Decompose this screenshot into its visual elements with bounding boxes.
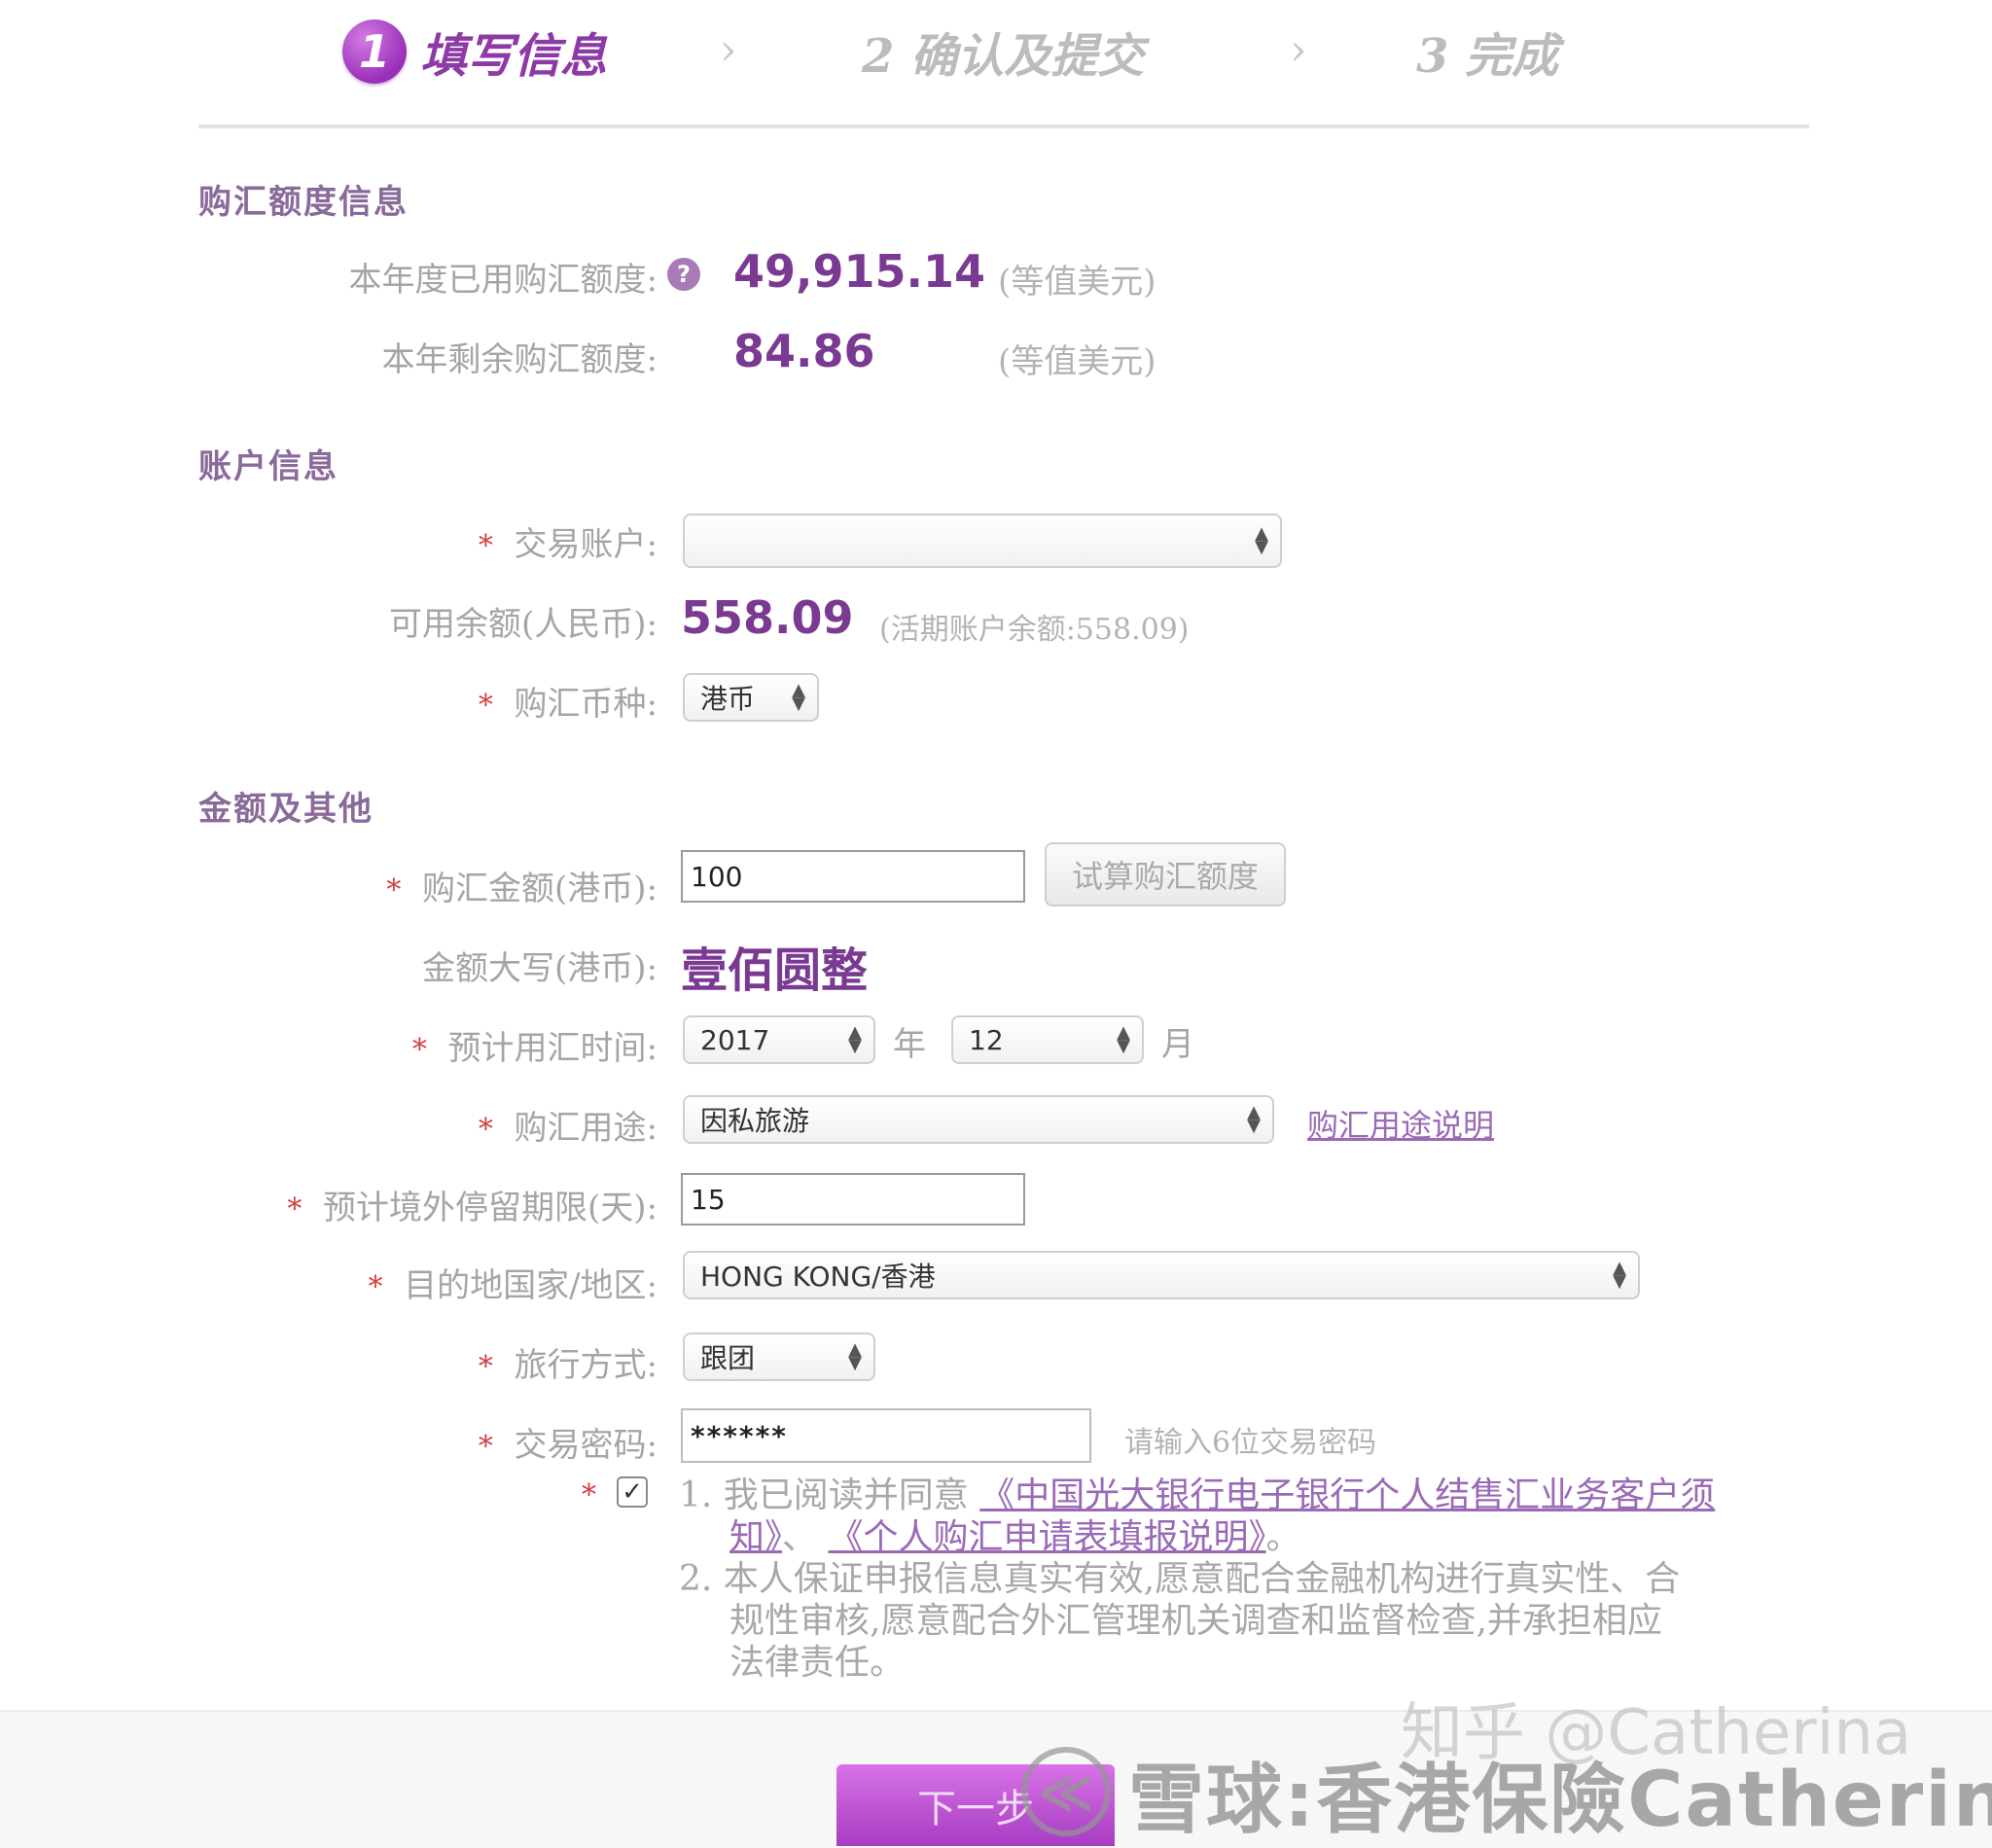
travel-mode-select[interactable]: 跟团 ▲ ▼ xyxy=(683,1333,875,1381)
xueqiu-logo-icon: ≪ xyxy=(1021,1747,1111,1836)
agreement-end: 。 xyxy=(1265,1517,1301,1557)
purpose-explanation-link[interactable]: 购汇用途说明 xyxy=(1307,1101,1494,1146)
stay-period-input[interactable]: 15 xyxy=(681,1173,1025,1226)
required-mark: * xyxy=(478,689,493,723)
remaining-quota-value: 84.86 xyxy=(733,325,875,377)
agreement-line-2b: 规性审核,愿意配合外汇管理机关调查和监督检查,并承担相应 xyxy=(729,1601,1662,1641)
year-select[interactable]: 2017 ▲ ▼ xyxy=(683,1015,875,1064)
balance-note: (活期账户余额:558.09) xyxy=(879,613,1190,647)
trade-account-label-text: 交易账户: xyxy=(514,525,658,564)
expected-time-label-text: 预计用汇时间: xyxy=(447,1029,658,1068)
trade-account-label: * 交易账户: xyxy=(479,517,658,565)
amount-uppercase-label: 金额大写(港币): xyxy=(422,949,658,988)
trade-account-select[interactable]: ▲ ▼ xyxy=(683,514,1282,568)
trade-password-hint: 请输入6位交易密码 xyxy=(1124,1426,1377,1460)
agreement-line-1b: 知》、 《个人购汇申请表填报说明》。 xyxy=(679,1516,1715,1558)
used-quota-unit: (等值美元) xyxy=(998,263,1156,302)
used-quota-label: 本年度已用购汇额度: xyxy=(348,261,658,300)
trade-password-label-text: 交易密码: xyxy=(514,1426,658,1465)
calculate-quota-button[interactable]: 试算购汇额度 xyxy=(1045,842,1286,906)
required-mark: * xyxy=(478,1430,493,1464)
travel-mode-label: * 旅行方式: xyxy=(479,1338,658,1386)
select-arrows-icon: ▲ ▼ xyxy=(848,1339,862,1373)
purpose-label-text: 购汇用途: xyxy=(514,1109,658,1148)
stay-period-label-text: 预计境外停留期限(天): xyxy=(323,1189,658,1227)
agreement-text: 1. 我已阅读并同意 《中国光大银行电子银行个人结售汇业务客户须 知》、 《个人… xyxy=(679,1475,1715,1684)
month-select[interactable]: 12 ▲ ▼ xyxy=(951,1015,1144,1064)
agreement-line-2: 2. 本人保证申报信息真实有效,愿意配合金融机构进行真实性、合 xyxy=(679,1559,1681,1599)
required-mark: * xyxy=(582,1478,596,1512)
remaining-quota-unit: (等值美元) xyxy=(998,342,1156,381)
select-arrows-icon: ▲ ▼ xyxy=(1247,1102,1261,1136)
chevron-right-icon: › xyxy=(720,25,737,75)
customer-notice-link[interactable]: 《中国光大银行电子银行个人结售汇业务客户须 xyxy=(979,1475,1715,1515)
currency-select-value: 港币 xyxy=(700,683,756,715)
help-icon[interactable]: ? xyxy=(667,258,700,291)
purchase-amount-label-text: 购汇金额(港币): xyxy=(422,870,658,908)
purpose-label: * 购汇用途: xyxy=(479,1101,658,1149)
expected-time-label: * 预计用汇时间: xyxy=(412,1021,658,1069)
required-mark: * xyxy=(386,873,402,907)
agreement-prefix: 1. 我已阅读并同意 xyxy=(679,1475,969,1515)
required-mark: * xyxy=(411,1033,427,1067)
agreement-line-1: 1. 我已阅读并同意 《中国光大银行电子银行个人结售汇业务客户须 xyxy=(679,1475,1715,1516)
select-arrows-icon: ▲ ▼ xyxy=(1613,1258,1626,1292)
select-arrows-icon: ▲ ▼ xyxy=(792,680,805,714)
quota-section-title: 购汇额度信息 xyxy=(198,183,409,222)
currency-label: * 购汇币种: xyxy=(479,677,658,725)
travel-mode-select-value: 跟团 xyxy=(700,1342,756,1374)
step-1-label: 填写信息 xyxy=(420,29,608,84)
select-arrows-icon: ▲ ▼ xyxy=(1117,1022,1130,1056)
amount-uppercase-value: 壹佰圆整 xyxy=(681,943,869,998)
month-select-value: 12 xyxy=(969,1023,1004,1056)
agreement-separator: 、 xyxy=(782,1517,818,1557)
year-unit: 年 xyxy=(893,1025,926,1064)
required-mark: * xyxy=(478,1113,493,1147)
header-divider xyxy=(198,124,1809,128)
chevron-right-icon: › xyxy=(1290,25,1307,75)
destination-label-text: 目的地国家/地区: xyxy=(404,1266,658,1305)
select-arrows-icon: ▲ ▼ xyxy=(848,1022,862,1056)
form-instructions-link[interactable]: 《个人购汇申请表填报说明》 xyxy=(828,1517,1265,1557)
select-arrows-icon: ▲ ▼ xyxy=(1255,523,1268,557)
purchase-amount-input[interactable]: 100 xyxy=(681,850,1025,903)
destination-label: * 目的地国家/地区: xyxy=(368,1259,658,1306)
trade-password-input[interactable]: ****** xyxy=(681,1408,1091,1463)
currency-label-text: 购汇币种: xyxy=(514,685,658,724)
amount-section-title: 金额及其他 xyxy=(198,790,374,829)
xueqiu-watermark: 雪球:香港保險Catherina xyxy=(1128,1757,1992,1844)
account-section-title: 账户信息 xyxy=(198,447,338,486)
stay-period-label: * 预计境外停留期限(天): xyxy=(287,1181,658,1228)
step-2-label: 2 确认及提交 xyxy=(862,29,1145,84)
customer-notice-link-end[interactable]: 知》 xyxy=(729,1517,782,1557)
month-unit: 月 xyxy=(1161,1025,1194,1064)
remaining-quota-label: 本年剩余购汇额度: xyxy=(381,340,658,379)
purchase-amount-label: * 购汇金额(港币): xyxy=(386,862,658,909)
agreement-checkbox[interactable]: ✓ xyxy=(617,1476,648,1508)
destination-select-value: HONG KONG/香港 xyxy=(700,1261,936,1293)
balance-value: 558.09 xyxy=(681,591,854,644)
travel-mode-label-text: 旅行方式: xyxy=(514,1346,658,1385)
required-mark: * xyxy=(368,1270,383,1304)
year-select-value: 2017 xyxy=(700,1023,770,1056)
balance-label: 可用余额(人民币): xyxy=(389,605,658,644)
step-3-label: 3 完成 xyxy=(1416,29,1559,84)
used-quota-value: 49,915.14 xyxy=(733,245,985,298)
purpose-select[interactable]: 因私旅游 ▲ ▼ xyxy=(683,1095,1274,1144)
required-mark: * xyxy=(287,1192,302,1226)
currency-select[interactable]: 港币 ▲ ▼ xyxy=(683,673,819,722)
purpose-select-value: 因私旅游 xyxy=(700,1105,810,1137)
required-mark: * xyxy=(478,529,493,563)
agreement-line-2c: 法律责任。 xyxy=(729,1643,906,1683)
step-1-badge: 1 xyxy=(342,19,407,84)
trade-password-label: * 交易密码: xyxy=(479,1418,658,1466)
destination-select[interactable]: HONG KONG/香港 ▲ ▼ xyxy=(683,1251,1640,1299)
required-mark: * xyxy=(478,1350,493,1384)
